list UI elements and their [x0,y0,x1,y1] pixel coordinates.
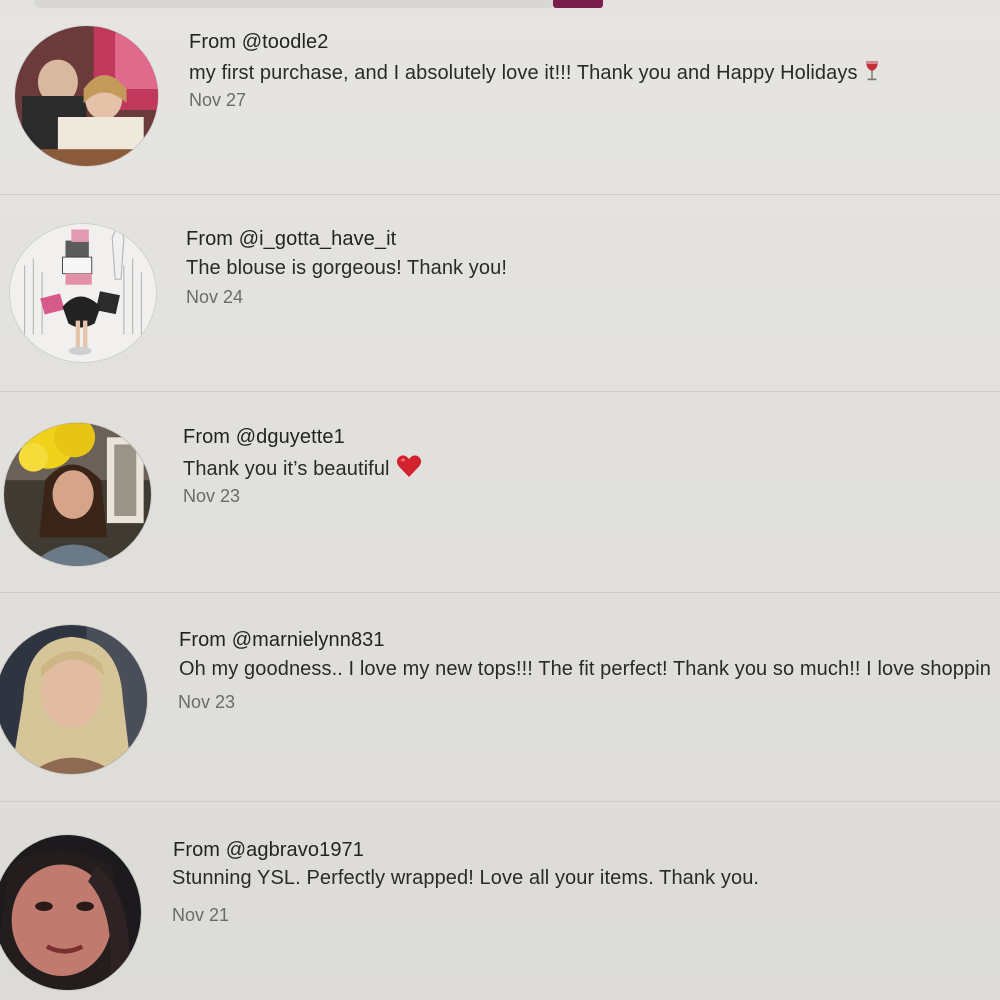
comment-message: The blouse is gorgeous! Thank you! [186,257,507,280]
comment-message: Stunning YSL. Perfectly wrapped! Love al… [172,867,759,890]
comment-row: From @dguyette1 Thank you it’s beautiful… [0,391,1000,593]
top-submit-button[interactable] [553,0,603,8]
comment-author[interactable]: From @dguyette1 [183,426,345,449]
comment-message: Oh my goodness.. I love my new tops!!! T… [179,658,991,681]
comment-author[interactable]: From @toodle2 [189,31,328,54]
wine-glass-icon [864,60,880,88]
comment-row: From @toodle2 my first purchase, and I a… [0,18,1000,195]
avatar[interactable] [0,835,141,990]
comment-text: Stunning YSL. Perfectly wrapped! Love al… [172,867,760,889]
comment-text: Thank you it’s beautiful [183,458,390,480]
comment-text: Oh my goodness.. I love my new tops!!! T… [179,658,991,680]
comment-text: The blouse is gorgeous! Thank you! [186,257,508,279]
top-input-field[interactable] [34,0,554,8]
comment-row: From @marnielynn831 Oh my goodness.. I l… [0,592,1000,802]
comment-row: From @agbravo1971 Stunning YSL. Perfectl… [0,801,1000,1000]
red-heart-icon [396,454,422,484]
comment-date: Nov 24 [186,287,244,307]
comment-message: my first purchase, and I absolutely love… [189,60,880,88]
avatar[interactable] [4,423,151,566]
comment-author[interactable]: From @agbravo1971 [173,839,364,862]
comment-text: my first purchase, and I absolutely love… [189,62,858,84]
avatar[interactable] [15,26,158,166]
comment-author[interactable]: From @marnielynn831 [179,629,385,652]
comments-screen: From @toodle2 my first purchase, and I a… [0,0,1000,1000]
comment-date: Nov 23 [178,692,236,712]
comment-date: Nov 23 [183,486,241,506]
avatar[interactable] [0,625,147,774]
comment-date: Nov 21 [172,905,230,925]
comment-author[interactable]: From @i_gotta_have_it [186,228,396,251]
avatar[interactable] [10,224,156,362]
comment-date: Nov 27 [189,90,247,110]
comment-row: From @i_gotta_have_it The blouse is gorg… [0,194,1000,392]
top-bar [0,0,1000,18]
comment-message: Thank you it’s beautiful [183,454,422,484]
